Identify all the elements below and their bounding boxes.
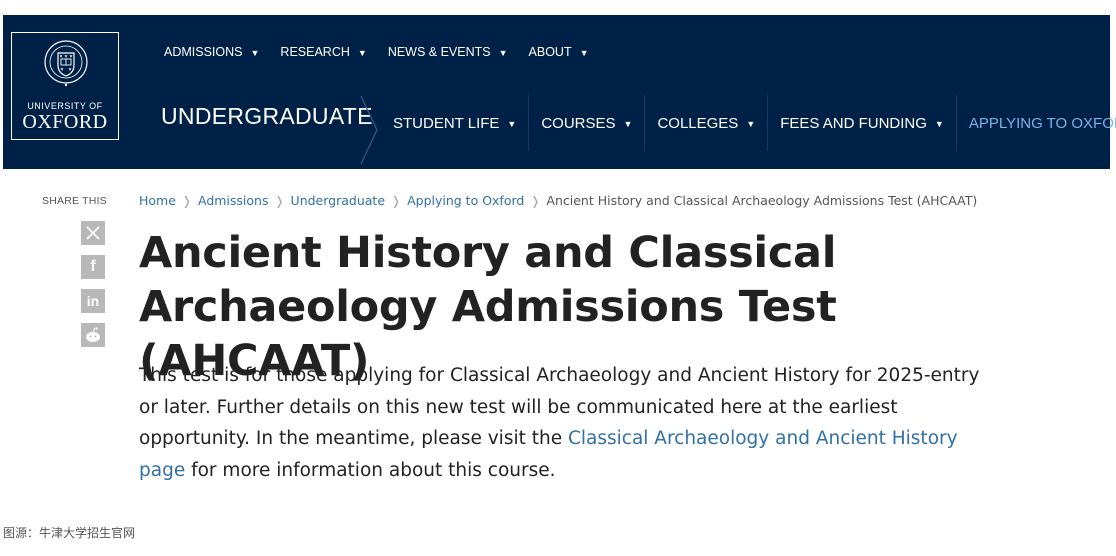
breadcrumb-separator-icon: ❭ bbox=[391, 193, 402, 208]
site-header: UNIVERSITY OF OXFORD ADMISSIONS ▼ RESEAR… bbox=[3, 15, 1116, 169]
caret-down-icon: ▼ bbox=[623, 119, 633, 129]
caret-down-icon: ▼ bbox=[507, 119, 517, 129]
image-source-note: 图源：牛津大学招生官网 bbox=[3, 526, 136, 540]
top-nav-label: ABOUT bbox=[528, 45, 572, 59]
top-nav-label: NEWS & EVENTS bbox=[387, 45, 491, 59]
main-nav-fees-funding[interactable]: FEES AND FUNDING ▼ bbox=[767, 95, 956, 151]
main-nav-applying[interactable]: APPLYING TO OXFORD ▼ bbox=[955, 95, 1116, 151]
main-nav-label: FEES AND FUNDING bbox=[780, 114, 927, 132]
caret-down-icon: ▼ bbox=[746, 119, 756, 129]
top-nav-label: RESEARCH bbox=[280, 45, 350, 59]
main-nav-courses[interactable]: COURSES ▼ bbox=[528, 95, 644, 151]
breadcrumb: Home ❭ Admissions ❭ Undergraduate ❭ Appl… bbox=[139, 193, 977, 208]
breadcrumb-undergraduate[interactable]: Undergraduate bbox=[291, 193, 385, 208]
main-nav-label: APPLYING TO OXFORD bbox=[968, 114, 1116, 132]
facebook-icon[interactable]: f bbox=[81, 255, 105, 279]
breadcrumb-separator-icon: ❭ bbox=[274, 193, 285, 208]
chevron-separator-icon bbox=[360, 95, 378, 165]
oxford-logo[interactable]: UNIVERSITY OF OXFORD bbox=[11, 32, 119, 140]
linkedin-icon[interactable]: in bbox=[81, 289, 105, 313]
caret-down-icon: ▼ bbox=[357, 48, 367, 58]
x-icon[interactable] bbox=[81, 221, 105, 245]
breadcrumb-separator-icon: ❭ bbox=[530, 193, 541, 208]
section-title[interactable]: UNDERGRADUATE bbox=[161, 103, 373, 130]
intro-text-after: for more information about this course. bbox=[185, 459, 556, 481]
top-nav: ADMISSIONS ▼ RESEARCH ▼ NEWS & EVENTS ▼ … bbox=[164, 45, 610, 59]
caret-down-icon: ▼ bbox=[579, 48, 589, 58]
main-nav-student-life[interactable]: STUDENT LIFE ▼ bbox=[379, 95, 528, 151]
top-nav-about[interactable]: ABOUT ▼ bbox=[529, 45, 589, 59]
top-nav-label: ADMISSIONS bbox=[164, 45, 243, 59]
reddit-glyph bbox=[86, 327, 100, 342]
breadcrumb-applying[interactable]: Applying to Oxford bbox=[407, 193, 524, 208]
x-logo-glyph bbox=[86, 226, 100, 240]
breadcrumb-home[interactable]: Home bbox=[139, 193, 176, 208]
breadcrumb-current: Ancient History and Classical Archaeolog… bbox=[546, 193, 978, 208]
share-label: SHARE THIS bbox=[42, 195, 107, 207]
logo-oxford: OXFORD bbox=[22, 111, 108, 133]
top-nav-admissions[interactable]: ADMISSIONS ▼ bbox=[164, 45, 259, 59]
main-nav-label: STUDENT LIFE bbox=[393, 114, 500, 132]
top-nav-research[interactable]: RESEARCH ▼ bbox=[280, 45, 366, 59]
crest-icon bbox=[44, 40, 88, 87]
main-nav: STUDENT LIFE ▼ COURSES ▼ COLLEGES ▼ FEES… bbox=[379, 95, 1116, 151]
caret-down-icon: ▼ bbox=[934, 119, 944, 129]
breadcrumb-admissions[interactable]: Admissions bbox=[198, 193, 269, 208]
caret-down-icon: ▼ bbox=[250, 48, 260, 58]
main-nav-colleges[interactable]: COLLEGES ▼ bbox=[644, 95, 767, 151]
main-nav-label: COLLEGES bbox=[657, 114, 739, 132]
top-nav-news-events[interactable]: NEWS & EVENTS ▼ bbox=[388, 45, 508, 59]
caret-down-icon: ▼ bbox=[498, 48, 508, 58]
reddit-icon[interactable] bbox=[81, 323, 105, 347]
logo-university-of: UNIVERSITY OF bbox=[27, 101, 103, 111]
intro-paragraph: This test is for those applying for Clas… bbox=[139, 360, 999, 486]
breadcrumb-separator-icon: ❭ bbox=[181, 193, 192, 208]
main-nav-label: COURSES bbox=[541, 114, 616, 132]
